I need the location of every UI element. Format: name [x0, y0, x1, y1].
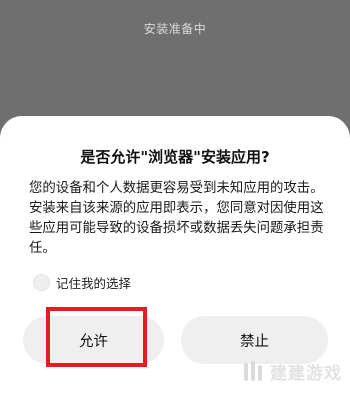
remember-choice-option[interactable]: 记住我的选择	[33, 272, 131, 292]
watermark-text: 建建游戏	[270, 363, 342, 384]
deny-button[interactable]: 禁止	[181, 316, 328, 364]
dialog-title: 是否允许"浏览器"安装应用?	[80, 148, 270, 166]
remember-choice-radio[interactable]	[33, 273, 50, 291]
dialog-message: 您的设备和个人数据更容易受到未知应用的攻击。安装来自该来源的应用即表示，您同意对…	[29, 181, 324, 256]
remember-choice-label: 记住我的选择	[56, 275, 132, 291]
install-status-text: 安装准备中	[143, 22, 207, 36]
allow-button[interactable]: 允许	[23, 316, 164, 364]
watermark-logo-icon	[244, 361, 262, 381]
watermark: 建建游戏	[242, 358, 342, 384]
install-permission-dialog: 是否允许"浏览器"安装应用? 您的设备和个人数据更容易受到未知应用的攻击。安装来…	[0, 116, 350, 396]
